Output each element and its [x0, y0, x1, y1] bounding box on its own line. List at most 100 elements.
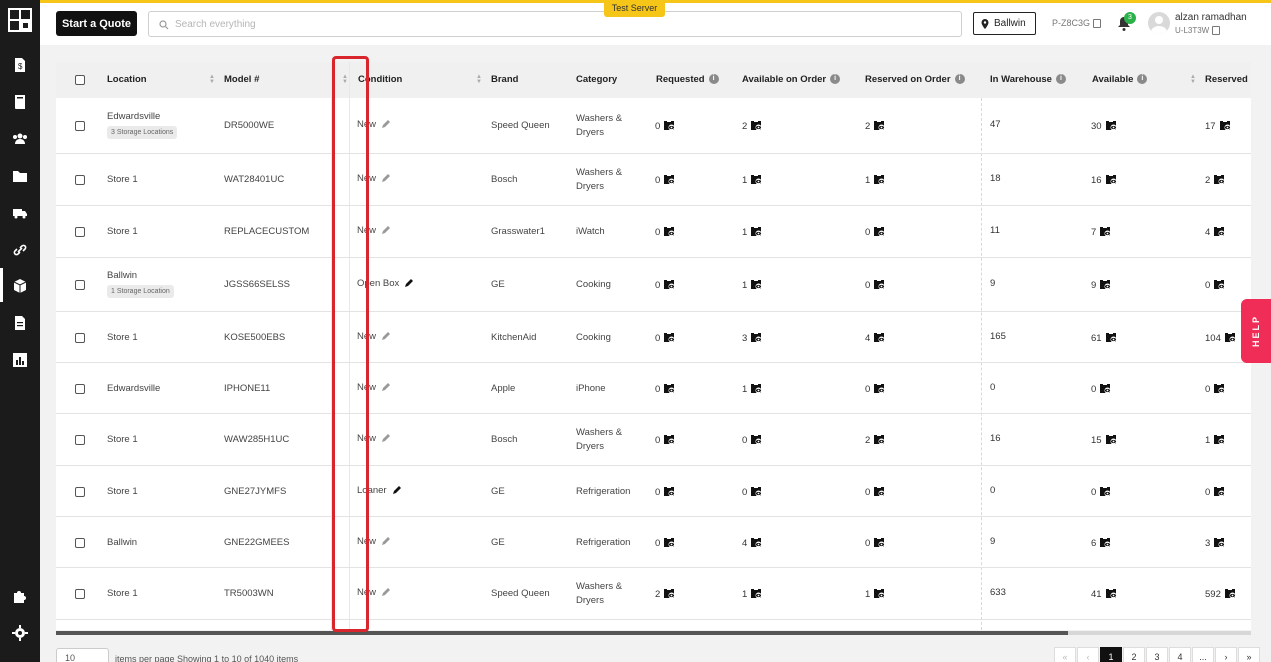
sidebar-item-delivery[interactable] — [11, 204, 29, 222]
view-stock-icon[interactable] — [1105, 587, 1117, 602]
cell-model[interactable]: GNE27JYMFS — [224, 486, 286, 497]
edit-icon[interactable] — [381, 331, 391, 341]
view-stock-icon[interactable] — [1099, 225, 1111, 240]
view-stock-icon[interactable] — [1099, 485, 1111, 500]
row-checkbox[interactable] — [75, 227, 85, 237]
view-stock-icon[interactable] — [873, 119, 885, 134]
scrollbar-thumb[interactable] — [56, 631, 1068, 635]
edit-icon[interactable] — [381, 225, 391, 235]
view-stock-icon[interactable] — [750, 433, 762, 448]
page-button[interactable]: ‹ — [1077, 647, 1099, 662]
col-location[interactable]: Location — [107, 62, 147, 98]
sort-icon[interactable]: ▲ ▼ — [209, 74, 215, 85]
edit-icon[interactable] — [381, 119, 391, 129]
view-stock-icon[interactable] — [750, 331, 762, 346]
sort-icon[interactable]: ▲ ▼ — [476, 74, 482, 85]
col-in-warehouse[interactable]: In Warehouse i — [990, 62, 1066, 98]
view-stock-icon[interactable] — [663, 278, 675, 293]
edit-icon[interactable] — [381, 433, 391, 443]
cell-model[interactable]: DR5000WE — [224, 120, 274, 131]
page-button[interactable]: » — [1238, 647, 1260, 662]
row-checkbox[interactable] — [75, 175, 85, 185]
page-button[interactable]: « — [1054, 647, 1076, 662]
app-logo[interactable] — [8, 8, 32, 32]
view-stock-icon[interactable] — [750, 278, 762, 293]
view-stock-icon[interactable] — [873, 331, 885, 346]
view-stock-icon[interactable] — [1213, 278, 1225, 293]
table-row[interactable]: Edwardsville IPHONE11 New Apple iPhone 0 1 0 0 0 0 — [56, 363, 1251, 414]
row-checkbox[interactable] — [75, 121, 85, 131]
select-all-checkbox[interactable] — [75, 75, 85, 85]
view-stock-icon[interactable] — [663, 536, 675, 551]
col-requested[interactable]: Requested i — [656, 62, 719, 98]
storage-locations-badge[interactable]: 3 Storage Locations — [107, 126, 178, 139]
view-stock-icon[interactable] — [1213, 173, 1225, 188]
edit-icon[interactable] — [381, 173, 391, 183]
table-row[interactable]: Ballwin 1 Storage Location JGSS66SELSS Open… — [56, 258, 1251, 312]
page-button[interactable]: 3 — [1146, 647, 1168, 662]
info-icon[interactable]: i — [830, 74, 841, 85]
search-box[interactable] — [148, 11, 962, 37]
info-icon[interactable]: i — [708, 74, 719, 85]
col-condition[interactable]: Condition — [358, 62, 402, 98]
col-category[interactable]: Category — [576, 62, 617, 98]
view-stock-icon[interactable] — [873, 485, 885, 500]
view-stock-icon[interactable] — [1099, 278, 1111, 293]
edit-icon[interactable] — [392, 485, 402, 495]
cell-model[interactable]: JGSS66SELSS — [224, 279, 290, 290]
edit-icon[interactable] — [404, 278, 414, 288]
sidebar-item-billing[interactable]: $ — [11, 56, 29, 74]
sort-icon[interactable]: ▲ ▼ — [1190, 74, 1196, 85]
cell-model[interactable]: TR5003WN — [224, 588, 274, 599]
page-button[interactable]: 2 — [1123, 647, 1145, 662]
view-stock-icon[interactable] — [663, 587, 675, 602]
view-stock-icon[interactable] — [750, 119, 762, 134]
view-stock-icon[interactable] — [873, 433, 885, 448]
copy-icon[interactable] — [1212, 26, 1221, 35]
col-brand[interactable]: Brand — [491, 62, 518, 98]
info-icon[interactable]: i — [1137, 74, 1148, 85]
sidebar-item-integrations[interactable] — [11, 587, 29, 605]
view-stock-icon[interactable] — [873, 536, 885, 551]
help-tab[interactable]: HELP — [1241, 299, 1271, 363]
page-button[interactable]: 1 — [1100, 647, 1122, 662]
sidebar-item-files[interactable] — [11, 167, 29, 185]
row-checkbox[interactable] — [75, 384, 85, 394]
view-stock-icon[interactable] — [1213, 485, 1225, 500]
cell-model[interactable]: WAT28401UC — [224, 174, 284, 185]
view-stock-icon[interactable] — [663, 225, 675, 240]
col-model[interactable]: Model # — [224, 62, 259, 98]
location-selector[interactable]: Ballwin — [973, 12, 1036, 35]
table-row[interactable]: Store 1 GNE27JYMFS Loaner GE Refrigeration 0 0… — [56, 466, 1251, 517]
col-available-on-order[interactable]: Available on Order i — [742, 62, 841, 98]
sidebar-item-catalog[interactable] — [11, 93, 29, 111]
info-icon[interactable]: i — [1055, 74, 1066, 85]
view-stock-icon[interactable] — [663, 433, 675, 448]
view-stock-icon[interactable] — [1213, 536, 1225, 551]
table-row[interactable]: Ballwin GNE22GMEES New GE Refrigeration 0 4 0 9 6… — [56, 517, 1251, 568]
view-stock-icon[interactable] — [750, 225, 762, 240]
sidebar-item-inventory[interactable] — [11, 277, 29, 295]
sidebar-item-links[interactable] — [11, 241, 29, 259]
view-stock-icon[interactable] — [750, 173, 762, 188]
table-row[interactable]: Store 1 REPLACECUSTOM New Grasswater1 iWatch… — [56, 206, 1251, 258]
view-stock-icon[interactable] — [873, 278, 885, 293]
view-stock-icon[interactable] — [873, 382, 885, 397]
view-stock-icon[interactable] — [663, 119, 675, 134]
horizontal-scrollbar[interactable] — [56, 631, 1251, 635]
page-button[interactable]: ... — [1192, 647, 1214, 662]
view-stock-icon[interactable] — [663, 485, 675, 500]
row-checkbox[interactable] — [75, 589, 85, 599]
sidebar-item-documents[interactable] — [11, 314, 29, 332]
view-stock-icon[interactable] — [1213, 433, 1225, 448]
view-stock-icon[interactable] — [750, 485, 762, 500]
table-row[interactable]: Store 1 WAW285H1UC New Bosch Washers & Dryer… — [56, 414, 1251, 466]
view-stock-icon[interactable] — [1105, 173, 1117, 188]
row-checkbox[interactable] — [75, 487, 85, 497]
edit-icon[interactable] — [381, 536, 391, 546]
col-reserved[interactable]: Reserved — [1205, 62, 1248, 98]
edit-icon[interactable] — [381, 587, 391, 597]
search-input[interactable] — [175, 16, 935, 32]
view-stock-icon[interactable] — [1105, 331, 1117, 346]
view-stock-icon[interactable] — [750, 587, 762, 602]
